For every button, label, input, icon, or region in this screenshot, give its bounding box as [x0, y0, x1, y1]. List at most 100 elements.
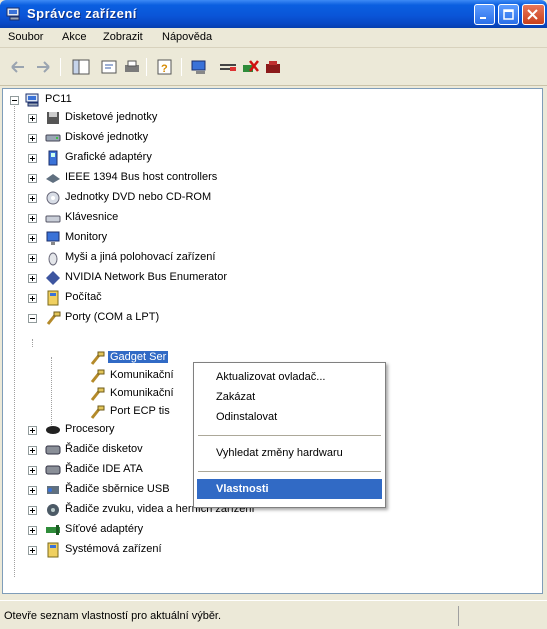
tree-category-row[interactable]: Porty (COM a LPT) [3, 309, 423, 327]
floppy-icon [47, 112, 59, 124]
expand-toggle[interactable] [28, 214, 37, 223]
tree-category-row[interactable]: Diskové jednotky [3, 129, 423, 147]
title-bar[interactable]: Správce zařízení [0, 0, 547, 28]
scan-hardware-icon[interactable] [190, 58, 210, 76]
tree-category-row[interactable]: Myši a jiná polohovací zařízení [3, 249, 423, 267]
cdrom-icon [46, 191, 60, 205]
computer-icon [47, 290, 59, 306]
monitor-icon [46, 231, 60, 245]
maximize-icon [503, 9, 514, 20]
menu-item-uninstall[interactable]: Odinstalovat [197, 407, 382, 427]
expand-toggle[interactable] [28, 466, 37, 475]
tree-category-label: Řadiče disketov [65, 443, 143, 455]
tree-category-label: Diskové jednotky [65, 131, 149, 143]
minimize-icon [480, 17, 486, 19]
tree-category-row[interactable]: Systémová zařízení [3, 541, 423, 559]
expand-toggle[interactable] [28, 486, 37, 495]
print-icon[interactable] [122, 58, 142, 76]
expand-toggle[interactable] [28, 254, 37, 263]
device-manager-icon [6, 7, 20, 21]
tree-category-row[interactable]: Disketové jednotky [3, 109, 423, 127]
toolbar-separator [181, 58, 182, 76]
tree-child-row[interactable]: Port ECP tis [3, 403, 203, 421]
maximize-button[interactable] [498, 4, 519, 25]
tree-category-row[interactable]: Monitory [3, 229, 423, 247]
tree-category-label: Řadiče IDE ATA [65, 463, 143, 475]
menu-item-update-driver[interactable]: Aktualizovat ovladač... [197, 367, 382, 387]
display-adapter-icon [48, 150, 58, 166]
tree-child-row[interactable]: Komunikační [3, 385, 203, 403]
collapse-toggle[interactable] [10, 96, 19, 105]
computer-icon [25, 93, 39, 107]
tree-category-label: Řadiče sběrnice USB [65, 483, 170, 495]
tree-category-label: Jednotky DVD nebo CD-ROM [65, 191, 212, 203]
tree-child-row[interactable]: Komunikační [3, 367, 203, 385]
disable-device-icon[interactable] [264, 58, 284, 76]
collapse-toggle[interactable] [28, 314, 37, 323]
tree-category-row[interactable]: Počítač [3, 289, 423, 307]
back-arrow-icon[interactable] [8, 58, 28, 76]
tree-category-label: Systémová zařízení [65, 543, 162, 555]
processor-icon [46, 426, 60, 434]
close-button[interactable] [522, 4, 545, 25]
expand-toggle[interactable] [28, 294, 37, 303]
menu-item-scan-hardware[interactable]: Vyhledat změny hardwaru [197, 443, 382, 463]
expand-toggle[interactable] [28, 426, 37, 435]
update-driver-icon[interactable] [218, 58, 238, 76]
tree-category-label: Počítač [65, 291, 102, 303]
expand-toggle[interactable] [28, 154, 37, 163]
tree-category-label: Síťové adaptéry [65, 523, 144, 535]
menu-file[interactable]: Soubor [8, 31, 43, 43]
menu-action[interactable]: Akce [62, 31, 86, 43]
port-child-label: Komunikační [110, 387, 174, 399]
menu-view[interactable]: Zobrazit [103, 31, 143, 43]
tree-category-label: IEEE 1394 Bus host controllers [65, 171, 218, 183]
expand-toggle[interactable] [28, 526, 37, 535]
tree-category-row[interactable]: Grafické adaptéry [3, 149, 423, 167]
ide-controller-icon [45, 465, 61, 475]
tree-category-row[interactable]: Klávesnice [3, 209, 423, 227]
tree-category-label: NVIDIA Network Bus Enumerator [65, 271, 228, 283]
menu-help[interactable]: Nápověda [162, 31, 212, 43]
expand-toggle[interactable] [28, 174, 37, 183]
tree-category-row[interactable]: IEEE 1394 Bus host controllers [3, 169, 423, 187]
expand-toggle[interactable] [28, 114, 37, 123]
tree-category-label: Porty (COM a LPT) [65, 311, 160, 323]
expand-toggle[interactable] [28, 446, 37, 455]
show-hide-tree-icon[interactable] [71, 58, 91, 76]
tree-category-label: Klávesnice [65, 211, 119, 223]
port-icon [46, 311, 61, 325]
tree-child-row[interactable]: Gadget Ser [3, 349, 203, 367]
tree-category-label: Grafické adaptéry [65, 151, 152, 163]
expand-toggle[interactable] [28, 234, 37, 243]
expand-toggle[interactable] [28, 134, 37, 143]
floppy-controller-icon [45, 445, 61, 455]
port-icon [90, 351, 105, 365]
expand-toggle[interactable] [28, 194, 37, 203]
tree-root-row[interactable]: PC11 [3, 91, 203, 109]
menu-item-disable[interactable]: Zakázat [197, 387, 382, 407]
help-icon[interactable]: ? [155, 58, 175, 76]
network-bus-icon [46, 271, 60, 285]
expand-toggle[interactable] [28, 546, 37, 555]
status-bar: Otevře seznam vlastností pro aktuální vý… [0, 600, 547, 629]
tree-category-row[interactable]: Jednotky DVD nebo CD-ROM [3, 189, 423, 207]
mouse-icon [48, 252, 58, 266]
forward-arrow-icon[interactable] [33, 58, 53, 76]
toolbar: ? [0, 48, 547, 86]
uninstall-icon[interactable] [241, 58, 261, 76]
menu-bar: Soubor Akce Zobrazit Nápověda [0, 28, 547, 48]
properties-toolbar-icon[interactable] [100, 58, 120, 76]
expand-toggle[interactable] [28, 506, 37, 515]
close-icon [527, 9, 538, 20]
port-child-label: Komunikační [110, 369, 174, 381]
tree-category-row[interactable]: Síťové adaptéry [3, 521, 423, 539]
ieee1394-icon [46, 174, 60, 183]
menu-separator [198, 435, 381, 436]
port-child-label: Port ECP tis [110, 405, 170, 417]
minimize-button[interactable] [474, 4, 495, 25]
tree-category-row[interactable]: NVIDIA Network Bus Enumerator [3, 269, 423, 287]
expand-toggle[interactable] [28, 274, 37, 283]
menu-item-properties[interactable]: Vlastnosti [197, 479, 382, 499]
device-tree[interactable]: PC11 Disketové jednotky Diskové jednotky G… [2, 88, 543, 594]
